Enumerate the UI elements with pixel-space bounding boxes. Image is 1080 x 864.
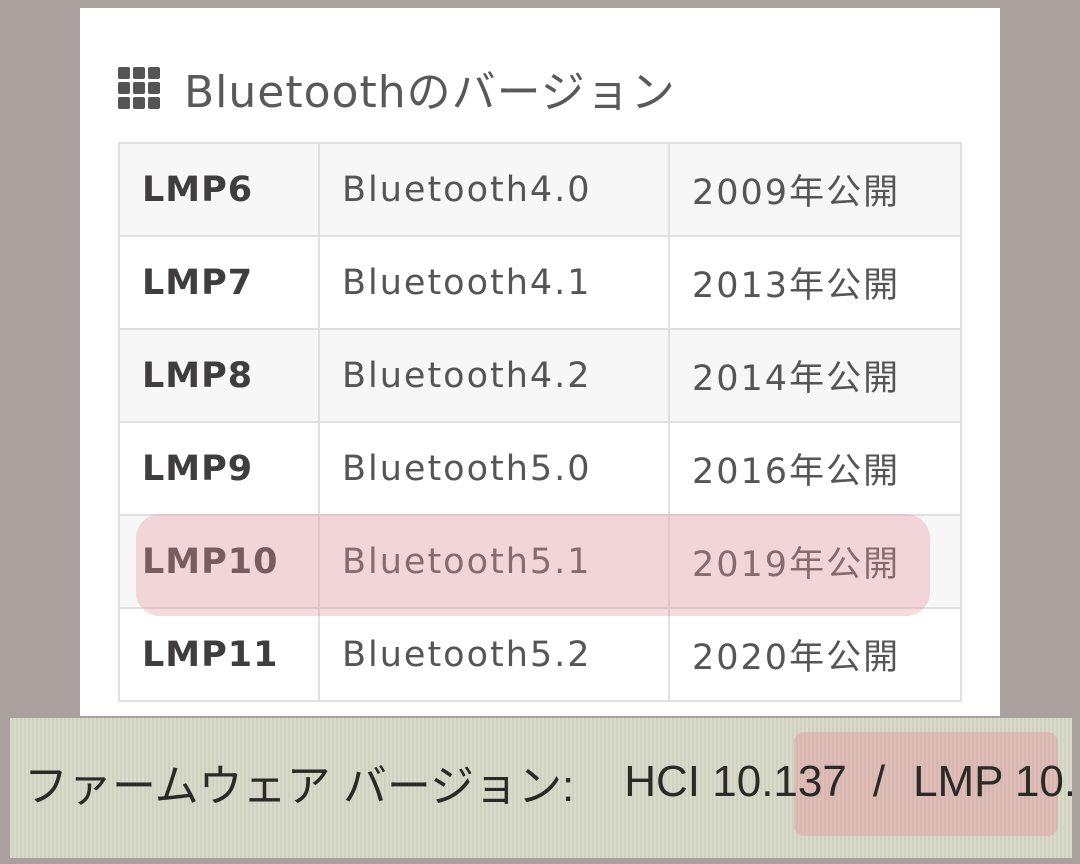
lmp-cell: LMP11	[118, 607, 320, 702]
section-heading: Bluetoothのバージョン	[118, 58, 676, 118]
bluetooth-version-cell: Bluetooth4.1	[318, 235, 670, 330]
lmp-cell: LMP6	[118, 142, 320, 237]
heading-title: Bluetoothのバージョン	[184, 67, 676, 118]
table-row: LMP11 Bluetooth5.2 2020年公開	[118, 607, 962, 702]
release-year-cell: 2009年公開	[668, 142, 962, 237]
lmp-cell: LMP8	[118, 328, 320, 423]
firmware-label: ファームウェア バージョン:	[24, 762, 575, 811]
version-separator: /	[872, 757, 886, 806]
lmp-cell: LMP9	[118, 421, 320, 516]
table-row: LMP9 Bluetooth5.0 2016年公開	[118, 421, 962, 516]
table-row: LMP7 Bluetooth4.1 2013年公開	[118, 235, 962, 330]
release-year-cell: 2013年公開	[668, 235, 962, 330]
table-row: LMP6 Bluetooth4.0 2009年公開	[118, 142, 962, 237]
table-row: LMP8 Bluetooth4.2 2014年公開	[118, 328, 962, 423]
bluetooth-version-cell: Bluetooth5.0	[318, 421, 670, 516]
release-year-cell: 2020年公開	[668, 607, 962, 702]
grid-icon	[118, 67, 160, 109]
table-row-highlighted: LMP10 Bluetooth5.1 2019年公開	[118, 514, 962, 609]
release-year-cell: 2016年公開	[668, 421, 962, 516]
release-year-cell: 2014年公開	[668, 328, 962, 423]
lmp-cell: LMP10	[118, 514, 320, 609]
release-year-cell: 2019年公開	[668, 514, 962, 609]
bluetooth-version-card: Bluetoothのバージョン LMP6 Bluetooth4.0 2009年公…	[80, 8, 1000, 716]
firmware-version-line: ファームウェア バージョン: HCI 10.137 / LMP 10.137	[24, 750, 1072, 814]
bluetooth-version-cell: Bluetooth5.2	[318, 607, 670, 702]
hci-version: HCI 10.137	[624, 757, 847, 806]
lmp-version: LMP 10.137	[913, 757, 1072, 806]
bluetooth-version-table: LMP6 Bluetooth4.0 2009年公開 LMP7 Bluetooth…	[118, 142, 962, 702]
bluetooth-version-cell: Bluetooth5.1	[318, 514, 670, 609]
bluetooth-version-cell: Bluetooth4.0	[318, 142, 670, 237]
bluetooth-version-cell: Bluetooth4.2	[318, 328, 670, 423]
lmp-cell: LMP7	[118, 235, 320, 330]
firmware-version-photo: ファームウェア バージョン: HCI 10.137 / LMP 10.137	[10, 718, 1072, 858]
